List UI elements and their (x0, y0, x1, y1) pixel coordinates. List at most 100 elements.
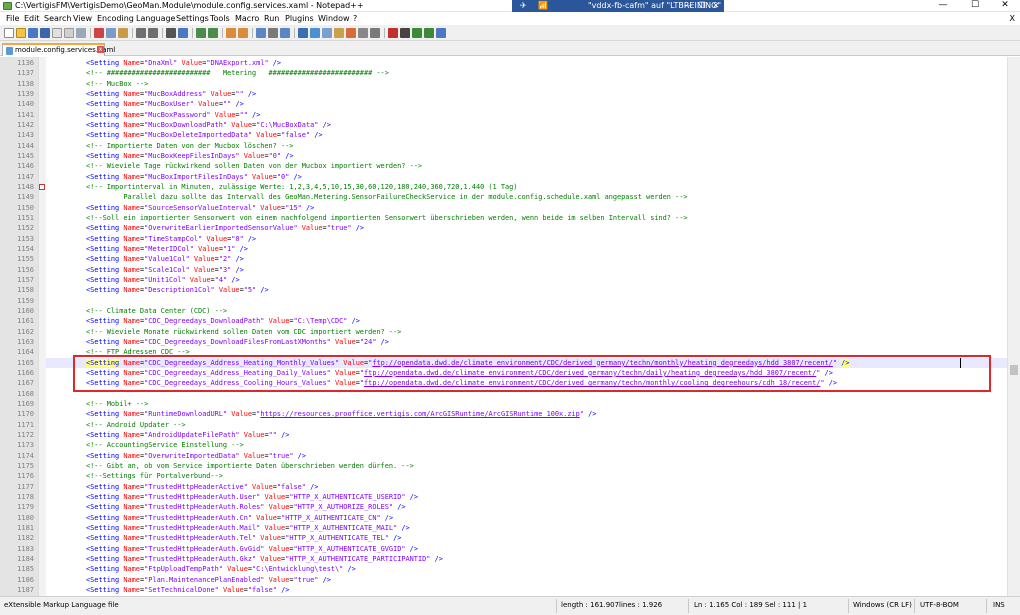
scrollbar-thumb[interactable] (1010, 365, 1018, 375)
remote-restore-button[interactable]: ❐ (696, 0, 708, 12)
undo-icon[interactable] (136, 28, 146, 38)
code-line[interactable]: <Setting Name="TrustedHttpHeaderAuth.Gkz… (86, 554, 443, 564)
menu-search[interactable]: Search (44, 14, 71, 23)
code-line[interactable]: <Setting Name="MucBoxAddress" Value="" /… (86, 89, 256, 99)
copy-icon[interactable] (106, 28, 116, 38)
code-line[interactable]: <Setting Name="OverwriteImportedData" Va… (86, 451, 306, 461)
tab-close-icon[interactable]: x (97, 46, 104, 53)
code-line[interactable]: <Setting Name="Scale1Col" Value="3" /> (86, 265, 244, 275)
menu-run[interactable]: Run (264, 14, 279, 23)
code-line[interactable]: <Setting Name="CDC_Degreedays_DownloadFi… (86, 337, 389, 347)
code-line[interactable]: <!-- Android Updater --> (86, 420, 186, 430)
menu-encoding[interactable]: Encoding (97, 14, 134, 23)
new-file-icon[interactable] (4, 28, 14, 38)
find-icon[interactable] (166, 28, 176, 38)
code-line[interactable]: <!--Settings für Portalverbund--> (86, 471, 223, 481)
menu-plugins[interactable]: Plugins (285, 14, 314, 23)
close-file-icon[interactable] (52, 28, 62, 38)
pin-icon[interactable]: ✈ (520, 1, 527, 10)
run-macro-multiple-icon[interactable] (424, 28, 434, 38)
remote-minimize-button[interactable]: — (682, 0, 694, 12)
code-line[interactable]: <Setting Name="AndroidUpdateFilePath" Va… (86, 430, 289, 440)
tab-module-config-services[interactable]: module.config.services.xaml x (2, 43, 115, 56)
code-line[interactable]: <Setting Name="MucBoxDownloadPath" Value… (86, 120, 331, 130)
menu-file[interactable]: File (6, 14, 19, 23)
code-line[interactable]: <Setting Name="Description1Col" Value="5… (86, 285, 269, 295)
print-icon[interactable] (76, 28, 86, 38)
editor[interactable]: 1136 <Setting Name="DnaXml" Value="DNAExp… (0, 57, 1007, 596)
udl-icon[interactable] (298, 28, 308, 38)
code-line[interactable]: <Setting Name="TrustedHttpHeaderAuth.Cn"… (86, 513, 393, 523)
code-line[interactable]: <!-- MucBox --> (86, 79, 148, 89)
cut-icon[interactable] (94, 28, 104, 38)
code-line[interactable]: <Setting Name="MucBoxKeepFilesInDays" Va… (86, 151, 294, 161)
code-line[interactable]: Parallel dazu sollte das Intervall des G… (86, 192, 687, 202)
replace-icon[interactable] (178, 28, 188, 38)
code-line[interactable]: <Setting Name="TimeStampCol" Value="0" /… (86, 234, 256, 244)
code-line[interactable]: <Setting Name="TrustedHttpHeaderAuth.Mai… (86, 523, 410, 533)
code-line[interactable]: <!-- Wieviele Monate rückwirkend sollen … (86, 327, 401, 337)
menu-tools[interactable]: Tools (210, 14, 230, 23)
code-line[interactable]: <Setting Name="MucBoxUser" Value="" /> (86, 99, 244, 109)
function-list-icon[interactable] (322, 28, 332, 38)
code-line[interactable]: <Setting Name="TrustedHttpHeaderAuth.GvG… (86, 544, 418, 554)
code-line[interactable]: <Setting Name="TrustedHttpHeaderAuth.Use… (86, 492, 418, 502)
show-all-chars-icon[interactable] (268, 28, 278, 38)
code-line[interactable]: <Setting Name="MucBoxPassword" Value="" … (86, 110, 260, 120)
monitoring-icon[interactable] (358, 28, 368, 38)
menu-language[interactable]: Language (136, 14, 175, 23)
code-line[interactable]: <Setting Name="SetTechnicalDone" Value="… (86, 585, 289, 595)
code-line[interactable]: <Setting Name="RuntimeDownloadURL" Value… (86, 409, 596, 419)
save-icon[interactable] (28, 28, 38, 38)
word-wrap-icon[interactable] (256, 28, 266, 38)
indent-guide-icon[interactable] (280, 28, 290, 38)
code-line[interactable]: <Setting Name="FtpUploadTempPath" Value=… (86, 564, 356, 574)
code-line[interactable]: <!-- AccountingService Einstellung --> (86, 440, 244, 450)
save-macro-icon[interactable] (436, 28, 446, 38)
code-line[interactable]: <Setting Name="DnaXml" Value="DNAExport.… (86, 58, 281, 68)
code-line[interactable]: <Setting Name="MucBoxImportFilesInDays" … (86, 172, 302, 182)
code-line[interactable]: <Setting Name="TrustedHttpHeaderAuth.Tel… (86, 533, 401, 543)
play-macro-icon[interactable] (412, 28, 422, 38)
stop-macro-icon[interactable] (400, 28, 410, 38)
code-line[interactable]: <!-- ######################### Metering … (86, 68, 389, 78)
code-line[interactable]: <Setting Name="Unit1Col" Value="4" /> (86, 275, 240, 285)
code-line[interactable]: <Setting Name="CDC_Degreedays_DownloadPa… (86, 316, 360, 326)
code-line[interactable]: <!-- Mobil+ --> (86, 399, 148, 409)
vertical-scrollbar[interactable] (1007, 57, 1020, 596)
maximize-button[interactable]: ☐ (960, 0, 990, 12)
folder-workspace-icon[interactable] (334, 28, 344, 38)
save-all-icon[interactable] (40, 28, 50, 38)
redo-icon[interactable] (148, 28, 158, 38)
code-line[interactable]: <!--Soll ein importierter Sensorwert von… (86, 213, 688, 223)
open-file-icon[interactable] (16, 28, 26, 38)
code-line[interactable]: <!-- Wieviele Tage rückwirkend sollen Da… (86, 161, 422, 171)
code-line[interactable]: <!-- Gibt an, ob vom Service importierte… (86, 461, 414, 471)
code-line[interactable]: <!-- Importinterval in Minuten, zulässig… (86, 182, 517, 192)
close-document-button[interactable]: X (1010, 14, 1015, 23)
doc-switcher-icon[interactable] (346, 28, 356, 38)
menu-help[interactable]: ? (353, 14, 357, 23)
code-line[interactable]: <Setting Name="Value1Col" Value="2" /> (86, 254, 244, 264)
code-line[interactable]: <Setting Name="TrustedHttpHeaderAuth.Rol… (86, 502, 406, 512)
code-line[interactable]: <!-- Climate Data Center (CDC) --> (86, 306, 227, 316)
sync-horizontal-icon[interactable] (238, 28, 248, 38)
remote-close-button[interactable]: ✕ (710, 0, 722, 12)
menu-settings[interactable]: Settings (176, 14, 209, 23)
fold-marker-icon[interactable] (39, 183, 45, 190)
zoom-out-icon[interactable] (208, 28, 218, 38)
menu-macro[interactable]: Macro (235, 14, 259, 23)
record-macro-icon[interactable] (388, 28, 398, 38)
code-line[interactable]: <Setting Name="Plan.MaintenancePlanEnabl… (86, 575, 331, 585)
close-button[interactable]: ✕ (990, 0, 1020, 12)
zoom-in-icon[interactable] (196, 28, 206, 38)
sync-vertical-icon[interactable] (226, 28, 236, 38)
menu-edit[interactable]: Edit (24, 14, 40, 23)
close-all-icon[interactable] (64, 28, 74, 38)
paste-icon[interactable] (118, 28, 128, 38)
code-line[interactable]: <Setting Name="TrustedHttpHeaderActive" … (86, 482, 318, 492)
minimize-button[interactable]: — (928, 0, 958, 12)
menu-window[interactable]: Window (318, 14, 350, 23)
code-line[interactable]: <Setting Name="MeterIDCol" Value="1" /> (86, 244, 248, 254)
menu-view[interactable]: View (73, 14, 92, 23)
